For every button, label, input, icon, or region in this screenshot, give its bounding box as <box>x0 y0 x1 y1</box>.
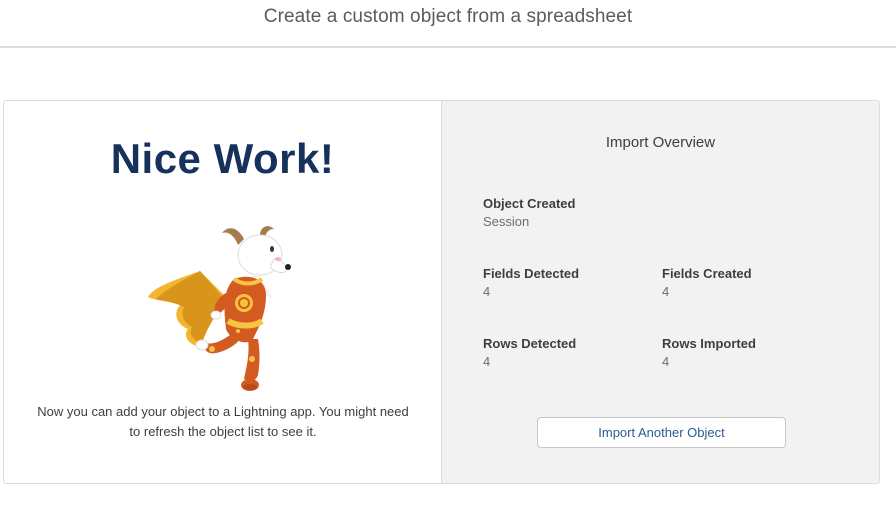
rows-detected-value: 4 <box>483 354 491 369</box>
page-title: Create a custom object from a spreadshee… <box>263 6 633 27</box>
page-header: Create a custom object from a spreadshee… <box>0 0 896 48</box>
rows-detected-label: Rows Detected <box>483 336 577 351</box>
rows-detected-stat: Rows Detected 4 <box>483 336 576 372</box>
fields-detected-stat: Fields Detected 4 <box>483 266 579 302</box>
import-another-object-button[interactable]: Import Another Object <box>537 417 786 448</box>
object-created-label: Object Created <box>483 196 576 211</box>
import-overview-title: Import Overview <box>605 134 716 151</box>
page: Create a custom object from a spreadshee… <box>0 0 896 506</box>
fields-created-stat: Fields Created 4 <box>662 266 752 302</box>
rows-imported-label: Rows Imported <box>662 336 756 351</box>
rows-imported-stat: Rows Imported 4 <box>662 336 756 372</box>
fields-detected-value: 4 <box>483 284 491 299</box>
rows-imported-value: 4 <box>662 354 670 369</box>
success-panel: Nice Work! Now you can add your object t… <box>4 101 442 483</box>
fields-detected-label: Fields Detected <box>483 266 580 281</box>
success-headline: Nice Work! <box>110 135 335 182</box>
object-created-stat: Object Created Session <box>483 196 575 232</box>
import-result-card: Nice Work! Now you can add your object t… <box>3 100 880 484</box>
object-created-value: Session <box>483 214 530 229</box>
superhero-goat-illustration <box>148 226 291 391</box>
success-message: Now you can add your object to a Lightni… <box>37 404 409 439</box>
fields-created-label: Fields Created <box>662 266 752 281</box>
fields-created-value: 4 <box>662 284 670 299</box>
import-overview-panel: Import Overview Object Created Session F… <box>442 101 879 483</box>
